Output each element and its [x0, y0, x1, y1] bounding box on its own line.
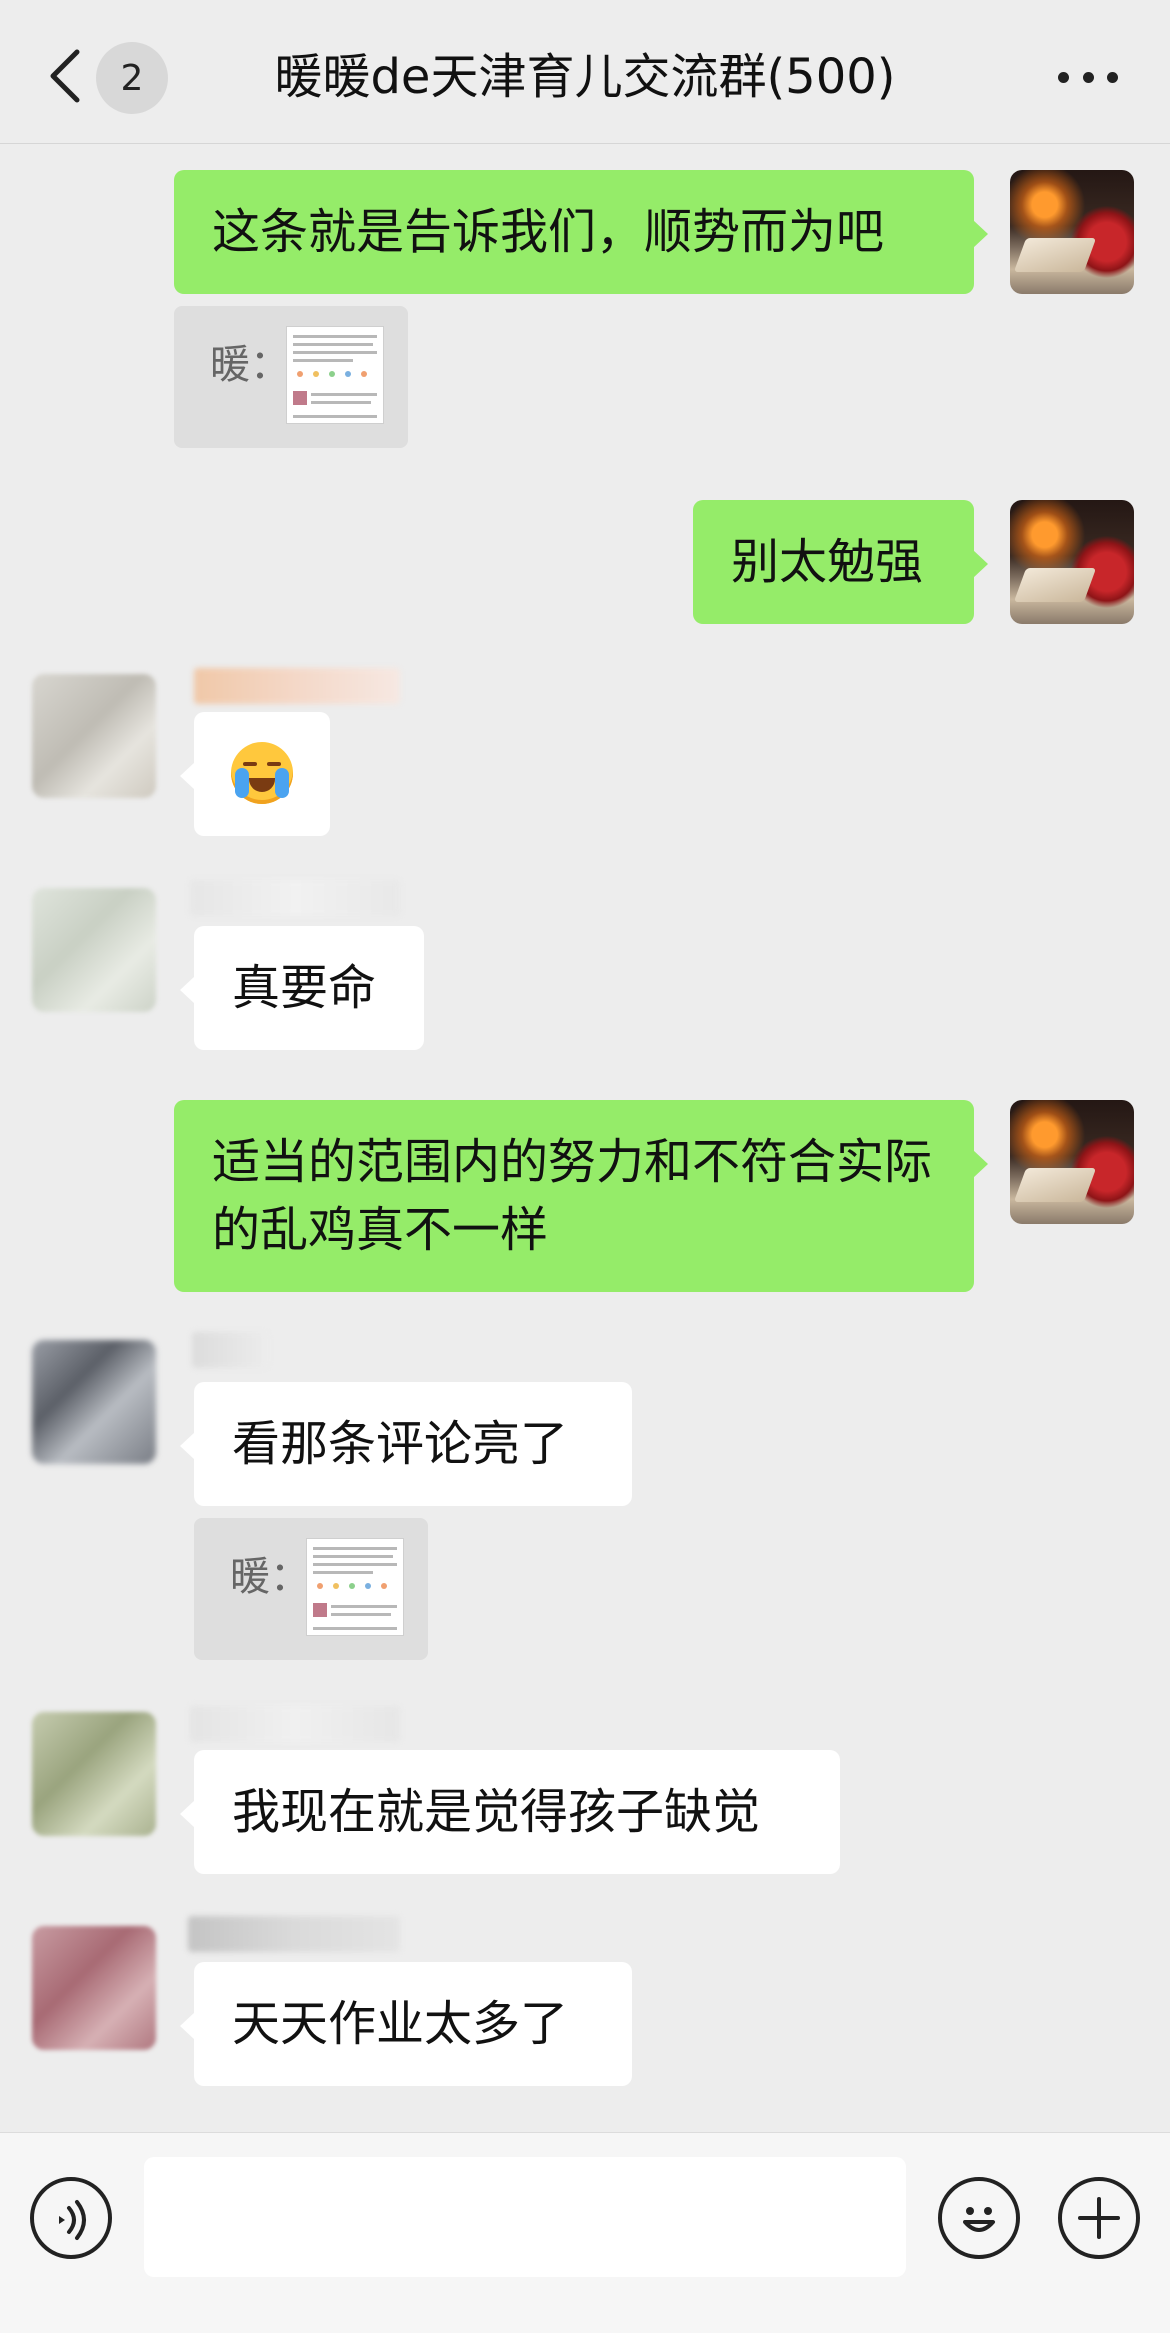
quoted-message[interactable]: 暖：	[174, 306, 408, 448]
chat-title: 暖暖de天津育儿交流群(500)	[274, 49, 896, 105]
message-bubble-other[interactable]: 看那条评论亮了	[180, 1382, 632, 1506]
message-bubble-other[interactable]: 真要命	[180, 926, 424, 1050]
message-bubble-other[interactable]: 天天作业太多了	[180, 1962, 632, 2086]
quote-thumbnail	[306, 1538, 404, 1636]
chevron-left-icon	[50, 49, 80, 103]
member-nickname	[188, 1916, 400, 1952]
message-bubble-self[interactable]: 适当的范围内的努力和不符合实际的乱鸡真不一样	[174, 1100, 988, 1292]
voice-button[interactable]	[30, 2177, 112, 2259]
self-avatar[interactable]	[1010, 170, 1134, 294]
plus-icon	[1078, 2197, 1120, 2239]
member-nickname	[190, 880, 400, 916]
voice-icon	[59, 2200, 86, 2240]
quote-label: 暖：	[230, 1554, 310, 1600]
message-bubble-other[interactable]	[180, 712, 330, 836]
self-avatar[interactable]	[1010, 500, 1134, 624]
member-avatar[interactable]	[32, 1926, 156, 2050]
member-nickname	[190, 1706, 400, 1742]
member-avatar[interactable]	[32, 1340, 156, 1464]
back-button[interactable]	[40, 38, 88, 114]
message-bubble-self[interactable]: 这条就是告诉我们，顺势而为吧	[174, 170, 988, 294]
member-avatar[interactable]	[32, 674, 156, 798]
message-input[interactable]	[144, 2157, 906, 2277]
quote-label: 暖：	[210, 342, 290, 388]
member-nickname	[194, 668, 400, 704]
member-avatar[interactable]	[32, 888, 156, 1012]
message-bubble-other[interactable]: 我现在就是觉得孩子缺觉	[180, 1750, 840, 1874]
loudly-crying-face-icon	[231, 742, 293, 804]
more-dots-icon	[1058, 71, 1069, 83]
quote-thumbnail	[286, 326, 384, 424]
quoted-message[interactable]: 暖：	[194, 1518, 428, 1660]
member-nickname	[192, 1332, 268, 1368]
input-bar	[0, 2132, 1170, 2333]
member-avatar[interactable]	[32, 1712, 156, 1836]
chat-header: 2 暖暖de天津育儿交流群(500)	[0, 0, 1170, 144]
emoji-icon	[963, 2207, 995, 2232]
unread-count-badge[interactable]: 2	[96, 42, 168, 114]
plus-button[interactable]	[1058, 2177, 1140, 2259]
more-button[interactable]	[1058, 60, 1118, 94]
self-avatar[interactable]	[1010, 1100, 1134, 1224]
emoji-button[interactable]	[938, 2177, 1020, 2259]
message-bubble-self[interactable]: 别太勉强	[693, 500, 988, 624]
